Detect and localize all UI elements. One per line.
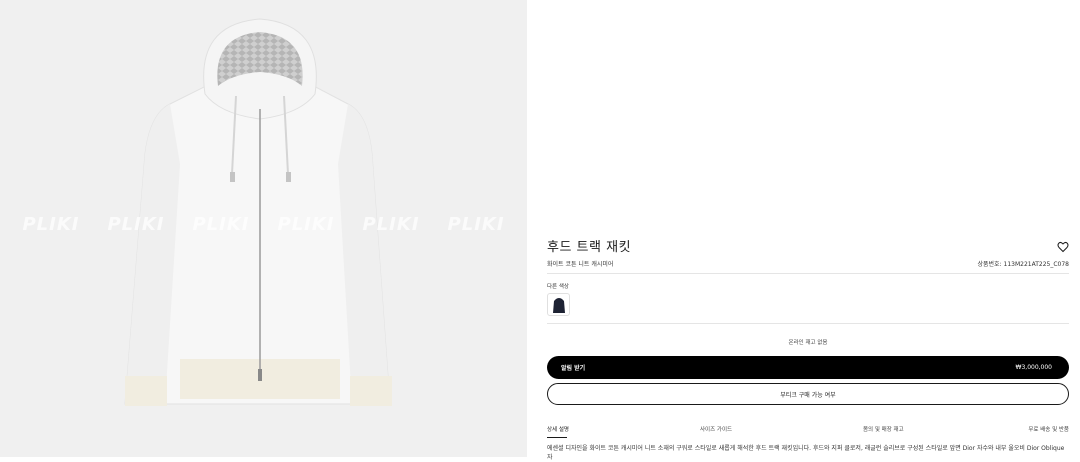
product-tabs: 상세 설명 사이즈 가이드 몸의 및 매장 재고 무료 배송 및 반품 — [547, 425, 1069, 439]
tab-shipping-returns[interactable]: 무료 배송 및 반품 — [1028, 425, 1069, 433]
product-title: 후드 트랙 재킷 — [547, 240, 632, 255]
tab-label: 상세 설명 — [547, 427, 569, 433]
colors-label: 다른 색상 — [547, 284, 569, 290]
divider — [547, 273, 1069, 274]
tab-label: 무료 배송 및 반품 — [1028, 427, 1069, 433]
tab-store-stock[interactable]: 몸의 및 매장 재고 — [863, 425, 904, 433]
navy-jacket-thumbnail-icon — [552, 297, 565, 313]
watermark-text: PLIKI — [22, 214, 80, 235]
product-subtitle: 화이트 코튼 니트 캐시미어 — [547, 261, 614, 268]
product-details: 후드 트랙 재킷 화이트 코튼 니트 캐시미어 상품번호: 113M221AT2… — [547, 0, 1070, 461]
tab-details[interactable]: 상세 설명 — [547, 425, 569, 438]
product-reference: 상품번호: 113M221AT225_C078 — [977, 261, 1070, 268]
product-image-panel: PLIKI PLIKI PLIKI PLIKI PLIKI PLIKI — [0, 0, 527, 457]
product-image — [124, 18, 392, 406]
notify-me-label: 알림 받기 — [561, 365, 586, 372]
tab-size-guide[interactable]: 사이즈 가이드 — [700, 425, 732, 433]
notify-me-button[interactable]: 알림 받기 ₩3,000,000 — [547, 356, 1069, 379]
tab-label: 몸의 및 매장 재고 — [863, 427, 904, 433]
wishlist-heart-icon[interactable] — [1057, 238, 1069, 253]
divider — [547, 323, 1069, 324]
tab-label: 사이즈 가이드 — [700, 427, 733, 433]
stock-status: 온라인 재고 없음 — [788, 340, 828, 346]
active-tab-indicator — [547, 437, 567, 438]
price: ₩3,000,000 — [1015, 364, 1052, 371]
boutique-availability-label: 부티크 구매 가능 여부 — [780, 391, 836, 399]
product-description: 에센셜 디자인을 화이트 코튼 캐시미어 니트 소재의 구워로 스타일로 새롭게… — [547, 445, 1065, 461]
watermark-text: PLIKI — [447, 214, 505, 235]
color-swatch-navy[interactable] — [547, 293, 570, 316]
boutique-availability-button[interactable]: 부티크 구매 가능 여부 — [547, 383, 1069, 405]
